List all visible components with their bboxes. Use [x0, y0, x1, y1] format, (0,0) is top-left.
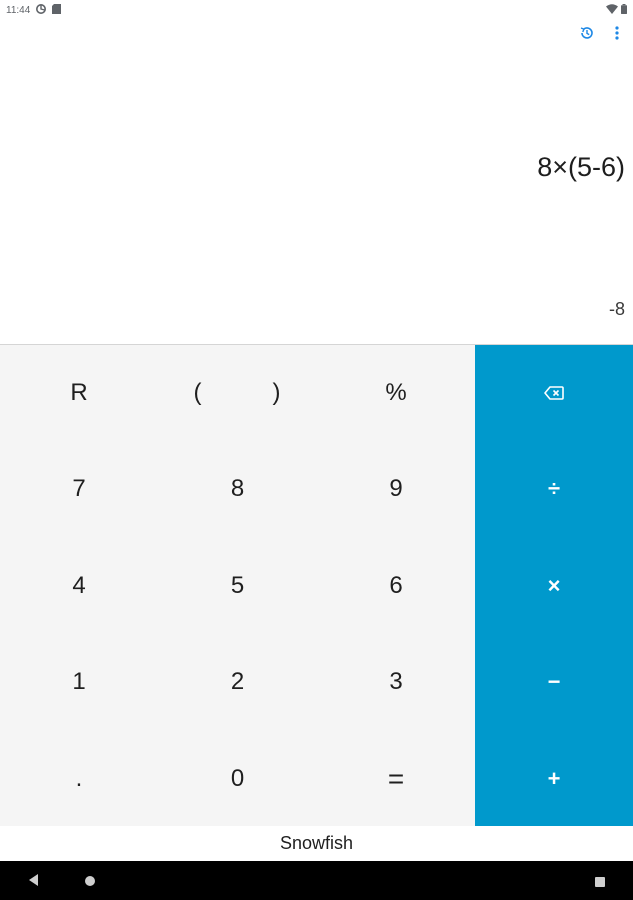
- number-pad: R ( ) % 7 8 9 4 5 6 1 2 3 . 0 =: [0, 345, 475, 827]
- digit-9-key[interactable]: 9: [317, 441, 475, 537]
- status-left: 11:44: [6, 3, 62, 17]
- digit-1-key[interactable]: 1: [0, 634, 158, 730]
- plus-key[interactable]: +: [475, 731, 633, 827]
- settings-gear-icon: [36, 3, 47, 17]
- result-field: -8: [608, 299, 625, 319]
- back-triangle-icon: [27, 874, 39, 891]
- home-circle-icon: [84, 874, 96, 891]
- expression-field[interactable]: 8×(5-6): [537, 152, 625, 183]
- digit-4-key[interactable]: 4: [0, 538, 158, 634]
- back-button[interactable]: [27, 873, 41, 889]
- keypad: R ( ) % 7 8 9 4 5 6 1 2 3 . 0 = ÷ × − +: [0, 344, 633, 827]
- app-name-label: Snowfish: [0, 826, 633, 861]
- status-bar: 11:44: [0, 0, 633, 20]
- more-vert-icon: [615, 25, 619, 45]
- overflow-menu-button[interactable]: [608, 24, 626, 46]
- percent-key[interactable]: %: [317, 345, 475, 441]
- operator-pad: ÷ × − +: [475, 345, 633, 827]
- digit-0-key[interactable]: 0: [158, 731, 317, 827]
- wifi-icon: [606, 1, 618, 19]
- close-paren-key[interactable]: ): [237, 345, 316, 441]
- recents-button[interactable]: [594, 875, 606, 887]
- minus-key[interactable]: −: [475, 634, 633, 730]
- digit-7-key[interactable]: 7: [0, 441, 158, 537]
- history-icon: [579, 25, 595, 46]
- multiply-key[interactable]: ×: [475, 538, 633, 634]
- digit-6-key[interactable]: 6: [317, 538, 475, 634]
- navigation-bar: [0, 861, 633, 900]
- status-time: 11:44: [6, 4, 31, 16]
- backspace-icon: [544, 380, 564, 406]
- digit-3-key[interactable]: 3: [317, 634, 475, 730]
- app-bar: [0, 20, 633, 48]
- status-right: [606, 1, 627, 19]
- home-button[interactable]: [84, 874, 96, 886]
- r-key[interactable]: R: [0, 345, 158, 441]
- divide-key[interactable]: ÷: [475, 441, 633, 537]
- digit-8-key[interactable]: 8: [158, 441, 317, 537]
- battery-icon: [621, 1, 627, 19]
- calculator-display: 8×(5-6) -8: [0, 48, 633, 344]
- digit-2-key[interactable]: 2: [158, 634, 317, 730]
- backspace-button[interactable]: [475, 345, 633, 441]
- recents-square-icon: [594, 875, 606, 892]
- sd-card-icon: [52, 3, 62, 17]
- equals-key[interactable]: =: [317, 731, 475, 827]
- history-button[interactable]: [576, 24, 598, 46]
- open-paren-key[interactable]: (: [158, 345, 237, 441]
- digit-5-key[interactable]: 5: [158, 538, 317, 634]
- decimal-key[interactable]: .: [0, 731, 158, 827]
